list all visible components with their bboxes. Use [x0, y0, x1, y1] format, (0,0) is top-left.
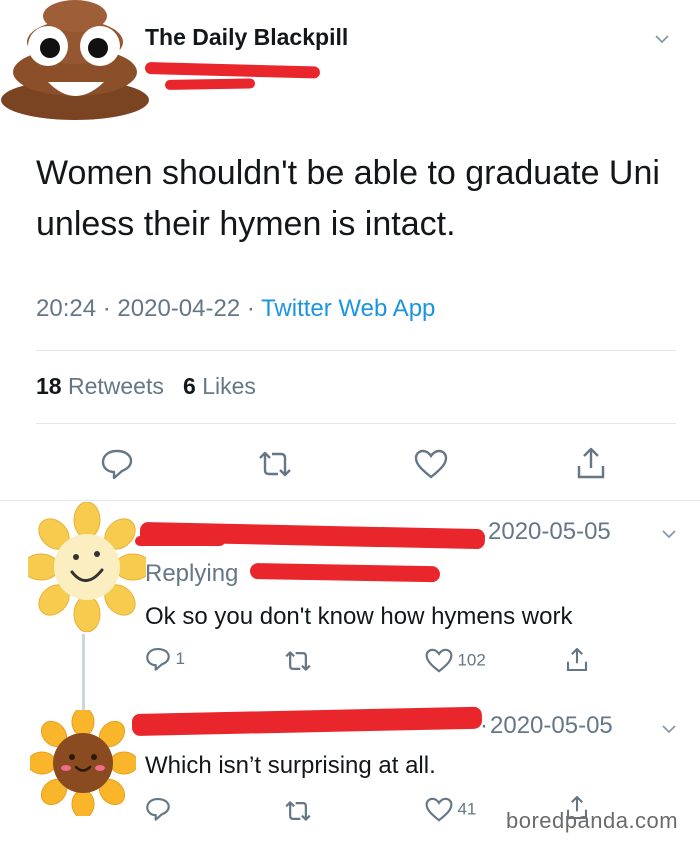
meta-dot: ·	[102, 295, 118, 322]
like-count: 102	[457, 650, 486, 670]
smiling-sun-icon[interactable]	[28, 502, 146, 632]
meta-dot: ·	[246, 295, 262, 322]
redaction-name	[131, 706, 483, 736]
reply-text: Ok so you don't know how hymens work	[145, 603, 573, 630]
heart-icon	[425, 797, 453, 822]
retweet-icon[interactable]	[283, 650, 313, 672]
author-name[interactable]: The Daily Blackpill	[145, 24, 348, 51]
like-action[interactable]: 102	[425, 648, 486, 673]
retweets-label: Retweets	[67, 373, 164, 399]
poop-emoji-icon[interactable]	[0, 0, 150, 120]
tweet-source[interactable]: Twitter Web App	[261, 295, 435, 322]
main-tweet: The Daily Blackpill Women shouldn't be a…	[0, 0, 700, 500]
redaction-handle-2	[164, 78, 256, 90]
like-count: 41	[457, 799, 477, 819]
reply-icon[interactable]	[145, 796, 171, 822]
like-action[interactable]: 41	[425, 797, 476, 822]
reply-date[interactable]: 2020-05-05	[490, 712, 613, 740]
reply-text: Which isn’t surprising at all.	[145, 752, 436, 779]
tweet-time[interactable]: 20:24	[36, 295, 96, 322]
redaction-handle	[144, 62, 321, 79]
tweet-date[interactable]: 2020-04-22	[117, 295, 240, 322]
reply-count: 1	[175, 649, 185, 668]
likes-label: Likes	[202, 373, 256, 399]
engagement-stats: 18 Retweets 6 Likes	[36, 373, 256, 400]
reply-date[interactable]: 2020-05-05	[488, 518, 611, 546]
divider	[36, 350, 676, 351]
likes-stat[interactable]: 6 Likes	[183, 373, 256, 399]
reply-icon[interactable]	[100, 448, 134, 480]
sunflower-icon[interactable]	[30, 710, 136, 816]
watermark: boredpanda.com	[506, 808, 679, 833]
tweet-text: Women shouldn't be able to graduate Uni …	[36, 154, 660, 243]
divider	[36, 423, 676, 424]
reply-icon	[145, 646, 171, 672]
share-icon[interactable]	[565, 646, 589, 673]
retweet-icon[interactable]	[256, 450, 294, 478]
chevron-down-icon[interactable]	[660, 720, 678, 738]
retweet-icon[interactable]	[283, 800, 313, 822]
chevron-down-icon[interactable]	[660, 525, 678, 543]
retweets-stat[interactable]: 18 Retweets	[36, 373, 170, 399]
likes-count: 6	[183, 373, 196, 399]
redaction-name-2	[135, 536, 225, 546]
redaction-replying-handle	[249, 563, 441, 583]
replying-label: Replying	[145, 560, 239, 587]
retweets-count: 18	[36, 373, 62, 399]
chevron-down-icon[interactable]	[653, 30, 671, 48]
tweet-meta: 20:24 · 2020-04-22 · Twitter Web App	[36, 295, 435, 323]
heart-icon[interactable]	[414, 449, 448, 479]
reply-date-dot: ·	[480, 712, 488, 739]
heart-icon	[425, 648, 453, 673]
reply-action[interactable]: 1	[145, 646, 185, 672]
reply-tweet: · 2020-05-05 Which isn’t surprising at a…	[0, 700, 700, 843]
share-icon[interactable]	[575, 446, 607, 480]
reply-tweet: 2020-05-05 Replying Ok so you don't know…	[0, 500, 700, 712]
